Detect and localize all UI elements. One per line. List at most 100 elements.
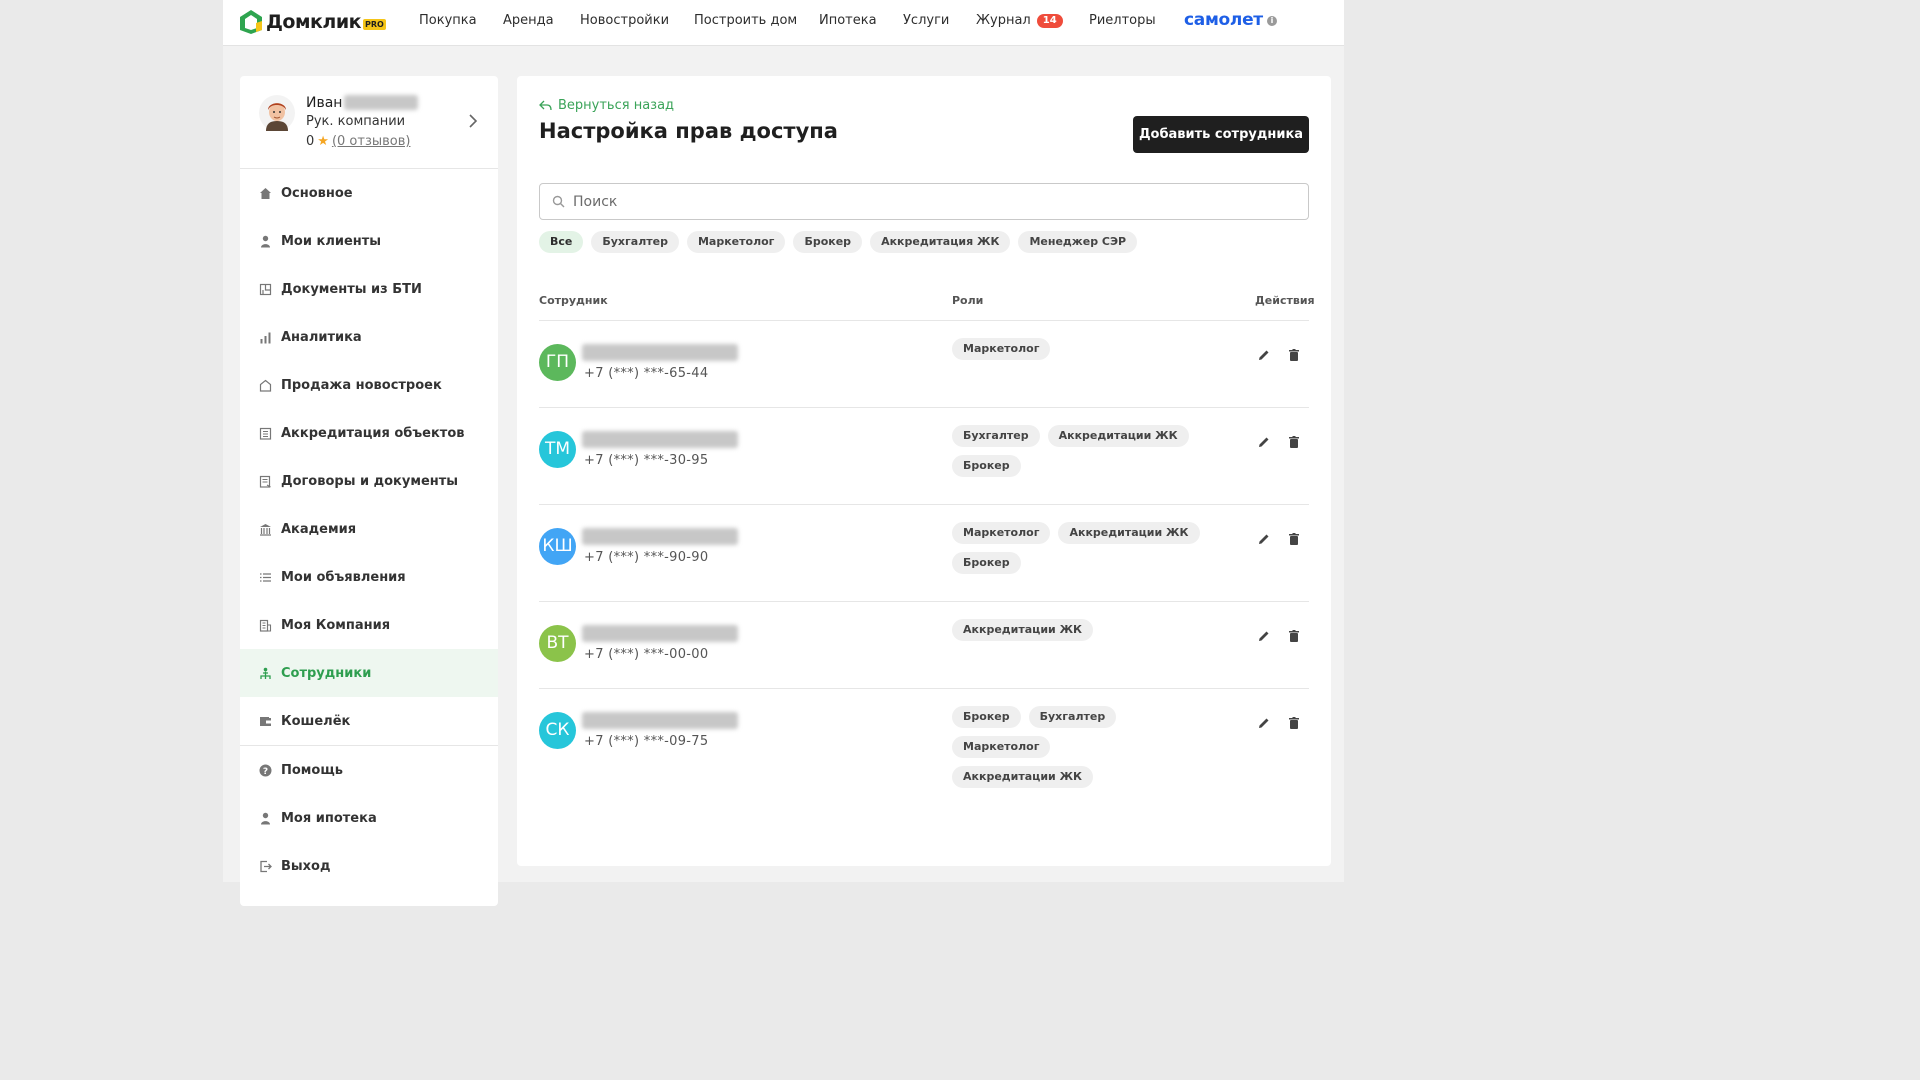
nav-services[interactable]: Услуги bbox=[903, 13, 949, 28]
info-icon[interactable]: i bbox=[1266, 16, 1277, 26]
sidebar-item-contracts[interactable]: Договоры и документы bbox=[240, 457, 498, 505]
employee-avatar: СК bbox=[539, 712, 576, 749]
chevron-right-icon[interactable] bbox=[468, 114, 478, 128]
filter-chip-marketer[interactable]: Маркетолог bbox=[686, 231, 786, 253]
table-divider bbox=[539, 688, 1309, 689]
profile-role: Рук. компании bbox=[306, 114, 406, 129]
edit-pencil-icon[interactable] bbox=[1257, 435, 1271, 449]
sidebar-item-label: Моя ипотека bbox=[281, 810, 377, 826]
search-input[interactable] bbox=[573, 193, 1273, 210]
role-badge: Аккредитации ЖК bbox=[1047, 425, 1189, 447]
sidebar-item-label: Моя Компания bbox=[281, 617, 391, 633]
delete-trash-icon[interactable] bbox=[1287, 629, 1301, 643]
employee-avatar: КШ bbox=[539, 528, 576, 565]
nav-build-house[interactable]: Построить дом bbox=[694, 13, 797, 28]
search-icon bbox=[552, 195, 565, 208]
role-badge: Аккредитации ЖК bbox=[1058, 522, 1200, 544]
sidebar-item-label: Сотрудники bbox=[281, 665, 372, 681]
sidebar-item-employees[interactable]: Сотрудники bbox=[240, 649, 498, 697]
delete-trash-icon[interactable] bbox=[1287, 435, 1301, 449]
building-list-icon bbox=[259, 427, 272, 440]
sidebar-item-wallet[interactable]: Кошелёк bbox=[240, 697, 498, 745]
house-outline-icon bbox=[259, 379, 272, 392]
back-link[interactable]: Вернуться назад bbox=[539, 98, 674, 113]
delete-trash-icon[interactable] bbox=[1287, 716, 1301, 730]
profile-rating: 0 ★ (0 отзывов) bbox=[306, 134, 410, 149]
role-badge: Аккредитации ЖК bbox=[952, 619, 1094, 641]
sidebar-item-help[interactable]: ? Помощь bbox=[240, 746, 498, 794]
sidebar: Иван Рук. компании 0 ★ (0 отзывов) Основно… bbox=[240, 76, 498, 906]
journal-count-badge: 14 bbox=[1036, 14, 1063, 28]
role-filters: Все Бухгалтер Маркетолог Брокер Аккредит… bbox=[539, 231, 1145, 253]
logo-text: Домклик bbox=[266, 11, 362, 33]
nav-purchase[interactable]: Покупка bbox=[419, 13, 477, 28]
wallet-icon bbox=[260, 716, 271, 726]
home-icon bbox=[260, 187, 271, 199]
filter-chip-accountant[interactable]: Бухгалтер bbox=[591, 231, 679, 253]
employee-roles: Брокер Бухгалтер Маркетолог Аккредитации… bbox=[952, 706, 1152, 796]
nav-journal-label: Журнал bbox=[976, 13, 1031, 28]
sidebar-item-clients[interactable]: Мои клиенты bbox=[240, 217, 498, 265]
table-divider bbox=[539, 407, 1309, 408]
column-header-actions: Действия bbox=[1255, 294, 1315, 307]
table-divider bbox=[539, 320, 1309, 321]
sidebar-item-listings[interactable]: Мои объявления bbox=[240, 553, 498, 601]
employee-phone: +7 (***) ***-90-90 bbox=[584, 550, 709, 565]
sidebar-item-accreditation[interactable]: Аккредитация объектов bbox=[240, 409, 498, 457]
floorplan-icon bbox=[259, 283, 272, 295]
nav-realtors[interactable]: Риелторы bbox=[1089, 13, 1156, 28]
filter-chip-accreditation[interactable]: Аккредитация ЖК bbox=[870, 231, 1011, 253]
add-employee-button[interactable]: Добавить сотрудника bbox=[1133, 116, 1309, 153]
profile-card[interactable]: Иван Рук. компании 0 ★ (0 отзывов) bbox=[240, 76, 498, 169]
filter-chip-broker[interactable]: Брокер bbox=[793, 231, 863, 253]
star-icon: ★ bbox=[317, 134, 329, 149]
filter-chip-ser-manager[interactable]: Менеджер СЭР bbox=[1018, 231, 1138, 253]
table-divider bbox=[539, 504, 1309, 505]
person-icon bbox=[261, 812, 270, 824]
role-badge: Брокер bbox=[952, 552, 1021, 574]
edit-pencil-icon[interactable] bbox=[1257, 348, 1271, 362]
sidebar-item-label: Помощь bbox=[281, 762, 343, 778]
employee-roles: Маркетолог bbox=[952, 338, 1212, 368]
sidebar-item-label: Выход bbox=[281, 858, 331, 874]
profile-name: Иван bbox=[306, 95, 419, 111]
domclick-logo-icon bbox=[240, 10, 262, 34]
employee-avatar: ГП bbox=[539, 344, 576, 381]
filter-chip-all[interactable]: Все bbox=[539, 231, 584, 253]
nav-new-buildings[interactable]: Новостройки bbox=[580, 13, 669, 28]
role-badge: Маркетолог bbox=[952, 522, 1051, 544]
delete-trash-icon[interactable] bbox=[1287, 532, 1301, 546]
logo-pro-badge: PRO bbox=[363, 18, 386, 30]
edit-pencil-icon[interactable] bbox=[1257, 629, 1271, 643]
role-badge: Брокер bbox=[952, 706, 1021, 728]
role-badge: Бухгалтер bbox=[952, 425, 1040, 447]
sidebar-item-logout[interactable]: Выход bbox=[240, 842, 498, 890]
employee-roles: Бухгалтер Аккредитации ЖК Брокер bbox=[952, 425, 1212, 485]
reviews-link[interactable]: (0 отзывов) bbox=[332, 134, 411, 149]
sidebar-item-main[interactable]: Основное bbox=[240, 169, 498, 217]
nav-rent[interactable]: Аренда bbox=[503, 13, 554, 28]
edit-pencil-icon[interactable] bbox=[1257, 532, 1271, 546]
nav-journal[interactable]: Журнал 14 bbox=[976, 13, 1063, 28]
sidebar-item-bti-documents[interactable]: Документы из БТИ bbox=[240, 265, 498, 313]
sidebar-item-my-mortgage[interactable]: Моя ипотека bbox=[240, 794, 498, 842]
sidebar-item-label: Продажа новостроек bbox=[281, 377, 442, 393]
employee-name-blurred bbox=[582, 712, 738, 729]
employee-name-blurred bbox=[582, 528, 738, 545]
sidebar-item-company[interactable]: Моя Компания bbox=[240, 601, 498, 649]
sidebar-item-analytics[interactable]: Аналитика bbox=[240, 313, 498, 361]
partner-link-samolet[interactable]: самолет i bbox=[1184, 10, 1277, 30]
list-icon bbox=[260, 572, 271, 582]
employees-icon bbox=[260, 667, 271, 679]
employee-phone: +7 (***) ***-30-95 bbox=[584, 453, 709, 468]
user-avatar bbox=[259, 95, 295, 131]
partner-name: самолет bbox=[1184, 10, 1263, 30]
domclick-logo[interactable]: Домклик PRO bbox=[239, 9, 386, 35]
delete-trash-icon[interactable] bbox=[1287, 348, 1301, 362]
sidebar-item-label: Мои объявления bbox=[281, 569, 406, 585]
search-box[interactable] bbox=[539, 183, 1309, 220]
edit-pencil-icon[interactable] bbox=[1257, 716, 1271, 730]
sidebar-item-new-buildings-sale[interactable]: Продажа новостроек bbox=[240, 361, 498, 409]
nav-mortgage[interactable]: Ипотека bbox=[819, 13, 877, 28]
sidebar-item-academy[interactable]: Академия bbox=[240, 505, 498, 553]
